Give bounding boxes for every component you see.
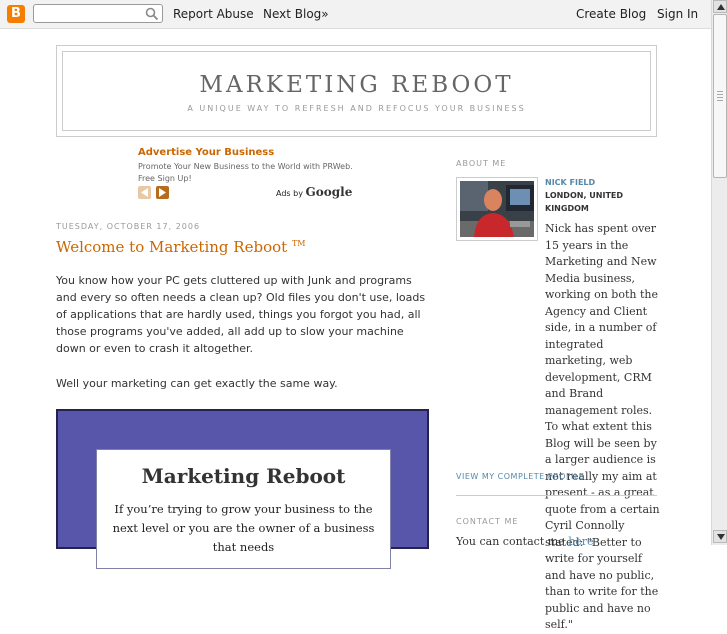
next-blog-link[interactable]: Next Blog» [263,7,329,21]
sidebar-divider [456,495,657,496]
ads-by-prefix: Ads by [276,189,303,198]
profile-bio-text: Nick has spent over 15 years in the Mark… [545,222,660,631]
view-profile-link[interactable]: VIEW MY COMPLETE PROFILE [456,472,584,481]
promo-card: Marketing Reboot If you’re trying to gro… [96,449,391,569]
ad-next-button[interactable] [156,186,169,199]
sign-in-link[interactable]: Sign In [657,7,698,21]
contact-text-label: You can contact me [456,535,565,548]
search-box[interactable] [33,4,163,25]
promo-title: Marketing Reboot [141,464,346,488]
post-title[interactable]: Welcome to Marketing Reboot TM [56,238,305,256]
scroll-down-button[interactable] [713,530,727,543]
promo-body: If you’re trying to grow your business t… [112,502,375,554]
contact-text: You can contact me here [456,535,594,548]
profile-name-link[interactable]: NICK FIELD [545,178,595,187]
ad-prev-button[interactable] [138,186,151,199]
contact-here-link[interactable]: here [568,535,593,548]
post-title-text[interactable]: Welcome to Marketing Reboot [56,238,287,256]
contact-me-heading: CONTACT ME [456,517,519,526]
google-brand: Google [305,185,353,199]
scroll-up-button[interactable] [713,0,727,13]
search-icon[interactable] [145,7,159,21]
blog-header: MARKETING REBOOT A UNIQUE WAY TO REFRESH… [56,45,657,137]
arrow-down-icon [717,534,725,540]
scroll-thumb[interactable] [713,14,727,178]
vertical-scrollbar[interactable] [711,0,727,545]
trademark-mark: TM [291,239,306,248]
chevron-left-icon [141,188,148,197]
profile-location: LONDON, UNITED KINGDOM [545,191,623,213]
ad-text: Promote Your New Business to the World w… [138,162,353,183]
ad-block: Advertise Your Business Promote Your New… [138,147,353,201]
report-abuse-link[interactable]: Report Abuse [173,7,254,21]
ad-title-link[interactable]: Advertise Your Business [138,147,274,158]
post-paragraph: You know how your PC gets cluttered up w… [56,274,426,355]
ads-by-google-link[interactable]: Ads by Google [276,185,352,199]
post-promo-image: Marketing Reboot If you’re trying to gro… [56,409,429,569]
blog-title[interactable]: MARKETING REBOOT [63,72,650,98]
post-date: TUESDAY, OCTOBER 17, 2006 [56,222,201,231]
chevron-right-icon [159,188,166,197]
profile-bio: Nick has spent over 15 years in the Mark… [456,221,661,634]
blog-description: A UNIQUE WAY TO REFRESH AND REFOCUS YOUR… [187,104,526,113]
search-input[interactable] [34,8,142,25]
blogger-logo-letter: B [11,6,21,21]
blogger-logo-icon[interactable]: B [7,5,25,23]
post-paragraph: Well your marketing can get exactly the … [56,377,338,390]
scroll-grip-icon [717,91,723,103]
blog-header-inner: MARKETING REBOOT A UNIQUE WAY TO REFRESH… [62,51,651,131]
about-me-heading: ABOUT ME [456,159,507,168]
blogger-navbar: B Report Abuse Next Blog» Create Blog Si… [0,0,711,29]
create-blog-link[interactable]: Create Blog [576,7,646,21]
arrow-up-icon [717,4,725,10]
